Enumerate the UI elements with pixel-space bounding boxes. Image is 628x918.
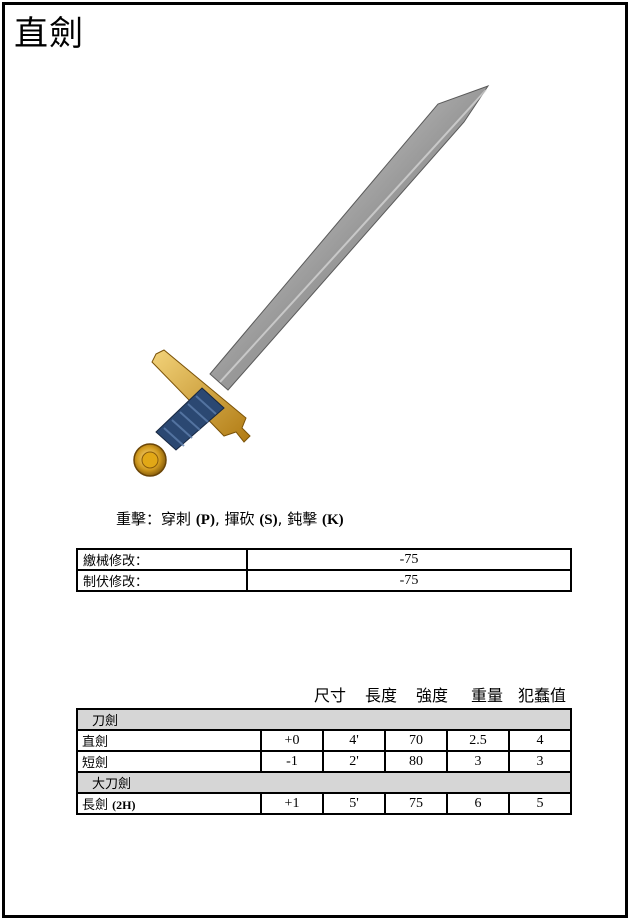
damage-types: 重擊：穿刺 (P), 揮砍 (S), 鈍擊 (K): [116, 510, 344, 528]
weapon-name: 直劍: [76, 729, 262, 752]
column-header: 犯蠢值: [518, 686, 567, 705]
foolish-value-cell: 5: [508, 792, 572, 815]
size-cell: +0: [260, 729, 324, 752]
damage-type-label: 穿刺: [161, 510, 192, 528]
damage-type-code: (K): [322, 512, 344, 528]
modifier-label: 制伏修改：: [76, 569, 248, 592]
weapon-table: 刀劍 直劍 +0 4' 70 2.5 4 短劍 -1 2' 80 3 3 大刀劍…: [76, 708, 572, 815]
weight-cell: 6: [446, 792, 510, 815]
weight-cell: 2.5: [446, 729, 510, 752]
size-cell: +1: [260, 792, 324, 815]
group-row: 刀劍: [76, 708, 572, 731]
table-row: 繳械修改： -75: [76, 548, 572, 571]
group-name: 刀劍: [76, 708, 572, 731]
weapon-name: 短劍: [76, 750, 262, 773]
sword-illustration: [133, 85, 490, 477]
strength-cell: 70: [384, 729, 448, 752]
foolish-value-cell: 4: [508, 729, 572, 752]
length-cell: 5': [322, 792, 386, 815]
column-header: 尺寸: [314, 686, 347, 705]
weight-cell: 3: [446, 750, 510, 773]
size-cell: -1: [260, 750, 324, 773]
table-row: 短劍 -1 2' 80 3 3: [76, 750, 572, 773]
table-row: 制伏修改： -75: [76, 569, 572, 592]
modifier-value: -75: [246, 569, 572, 592]
sword-blade: [209, 85, 490, 391]
group-name: 大刀劍: [76, 771, 572, 794]
strength-cell: 80: [384, 750, 448, 773]
modifiers-table: 繳械修改： -75 制伏修改： -75: [76, 548, 572, 592]
damage-type-label: 鈍擊: [287, 510, 318, 528]
table-row: 直劍 +0 4' 70 2.5 4: [76, 729, 572, 752]
table-row: 長劍 (2H) +1 5' 75 6 5: [76, 792, 572, 815]
weapon-name: 長劍 (2H): [76, 792, 262, 815]
group-row: 大刀劍: [76, 771, 572, 794]
damage-type-code: (P): [195, 512, 215, 528]
weapon-note: (2H): [112, 798, 136, 812]
modifier-value: -75: [246, 548, 572, 571]
column-header: 長度: [365, 686, 398, 705]
modifier-label: 繳械修改：: [76, 548, 248, 571]
column-header: 重量: [471, 686, 504, 705]
length-cell: 2': [322, 750, 386, 773]
length-cell: 4': [322, 729, 386, 752]
damage-prefix: 重擊：: [116, 510, 162, 528]
damage-type-label: 揮砍: [224, 510, 255, 528]
foolish-value-cell: 3: [508, 750, 572, 773]
damage-type-code: (S): [259, 512, 278, 528]
column-header: 強度: [416, 686, 449, 705]
strength-cell: 75: [384, 792, 448, 815]
page-title: 直劍: [14, 14, 84, 54]
